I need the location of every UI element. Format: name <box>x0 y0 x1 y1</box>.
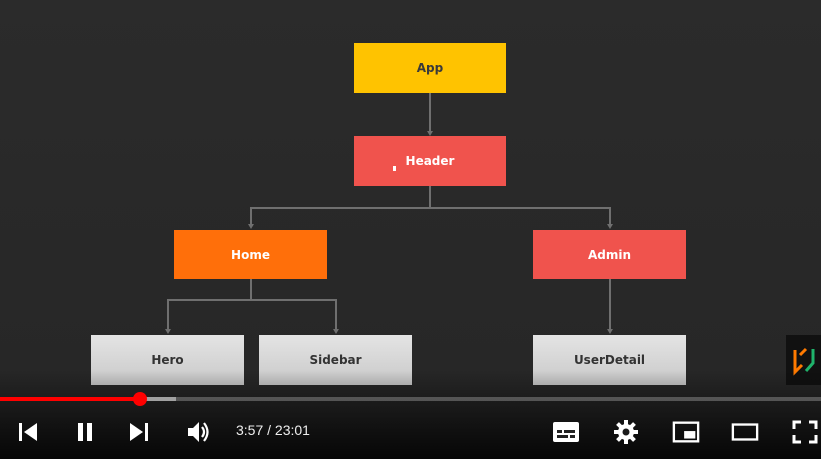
connector-to-hero <box>167 299 169 330</box>
fullscreen-icon <box>792 420 818 444</box>
connector-home-trunk <box>250 278 252 300</box>
fullscreen-button[interactable] <box>791 418 819 446</box>
next-button[interactable] <box>125 418 153 446</box>
settings-button[interactable] <box>612 418 640 446</box>
previous-icon <box>19 423 37 441</box>
connector-admin-userdetail <box>609 278 611 330</box>
node-admin: Admin <box>533 230 686 279</box>
subtitles-button[interactable] <box>552 418 580 446</box>
pause-button[interactable] <box>71 418 99 446</box>
arrowhead-hero <box>165 329 171 334</box>
miniplayer-icon <box>672 421 700 443</box>
arrowhead-admin <box>607 224 613 229</box>
settings-gear-icon <box>614 420 638 444</box>
video-player[interactable]: App Header Home Admin Hero Sidebar UserD… <box>0 0 821 459</box>
progress-played <box>0 397 141 401</box>
theater-mode-icon <box>731 423 759 441</box>
connector-home-branch <box>167 299 337 301</box>
miniplayer-button[interactable] <box>672 418 700 446</box>
subtitles-icon <box>553 422 579 442</box>
connector-header-branch <box>250 207 611 209</box>
pause-icon <box>78 423 92 441</box>
next-icon <box>130 423 148 441</box>
node-home: Home <box>174 230 327 279</box>
arrowhead-sidebar <box>333 329 339 334</box>
arrowhead-home <box>248 224 254 229</box>
time-display: 3:57 / 23:01 <box>236 422 310 438</box>
node-header: Header <box>354 136 506 186</box>
volume-button[interactable] <box>184 418 212 446</box>
mouse-cursor <box>393 166 396 171</box>
theater-mode-button[interactable] <box>731 418 759 446</box>
volume-icon <box>188 422 209 442</box>
connector-header-trunk <box>429 185 431 208</box>
connector-to-home <box>250 207 252 225</box>
progress-bar[interactable] <box>0 397 821 401</box>
previous-button[interactable] <box>14 418 42 446</box>
connector-to-sidebar <box>335 299 337 330</box>
arrowhead-userdetail <box>607 329 613 334</box>
node-app: App <box>354 43 506 93</box>
connector-app-header <box>429 92 431 132</box>
connector-to-admin <box>609 207 611 225</box>
